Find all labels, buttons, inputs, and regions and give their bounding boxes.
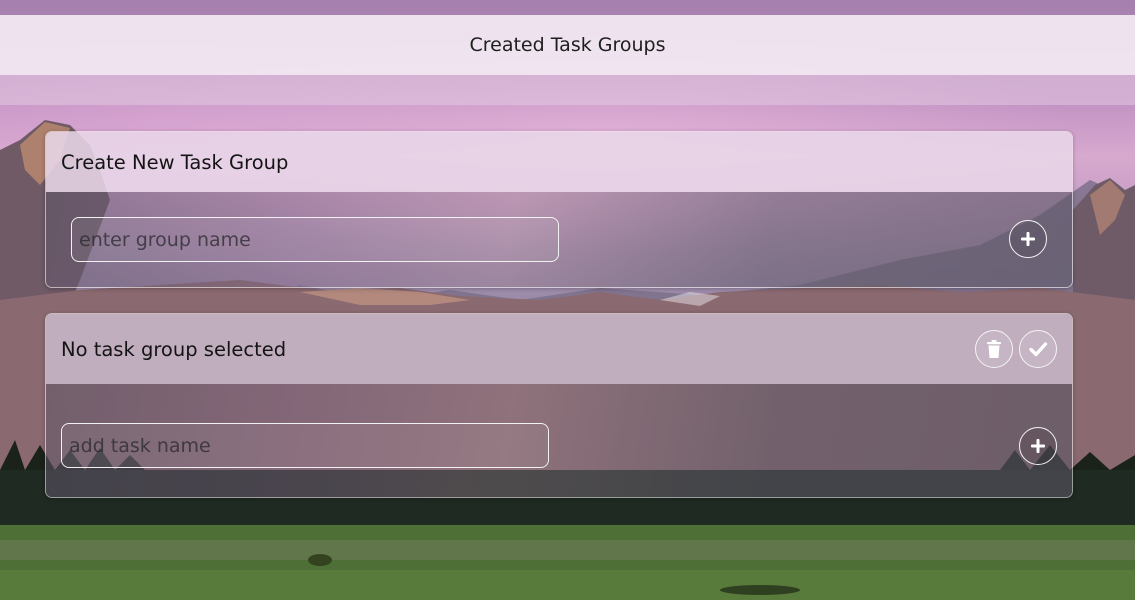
page-title: Created Task Groups (469, 34, 666, 56)
plus-circle-icon (1031, 439, 1045, 453)
delete-group-button[interactable] (975, 330, 1013, 368)
group-name-input[interactable] (71, 217, 559, 262)
add-group-button[interactable] (1009, 220, 1047, 258)
task-group-card: No task group selected (45, 313, 1073, 498)
create-group-card: Create New Task Group (45, 131, 1073, 288)
task-group-actions (975, 330, 1057, 368)
complete-group-button[interactable] (1019, 330, 1057, 368)
task-group-body (46, 384, 1072, 497)
plus-circle-icon (1021, 232, 1035, 246)
create-group-body (46, 192, 1072, 287)
check-icon (1029, 342, 1048, 357)
task-group-title: No task group selected (61, 337, 287, 361)
create-group-header: Create New Task Group (46, 132, 1072, 192)
task-group-header: No task group selected (46, 314, 1072, 384)
trash-icon (987, 340, 1001, 358)
header-subbar (0, 75, 1135, 105)
add-task-button[interactable] (1019, 427, 1057, 465)
task-name-input[interactable] (61, 423, 549, 468)
app-header: Created Task Groups (0, 15, 1135, 75)
create-group-title: Create New Task Group (61, 150, 289, 174)
